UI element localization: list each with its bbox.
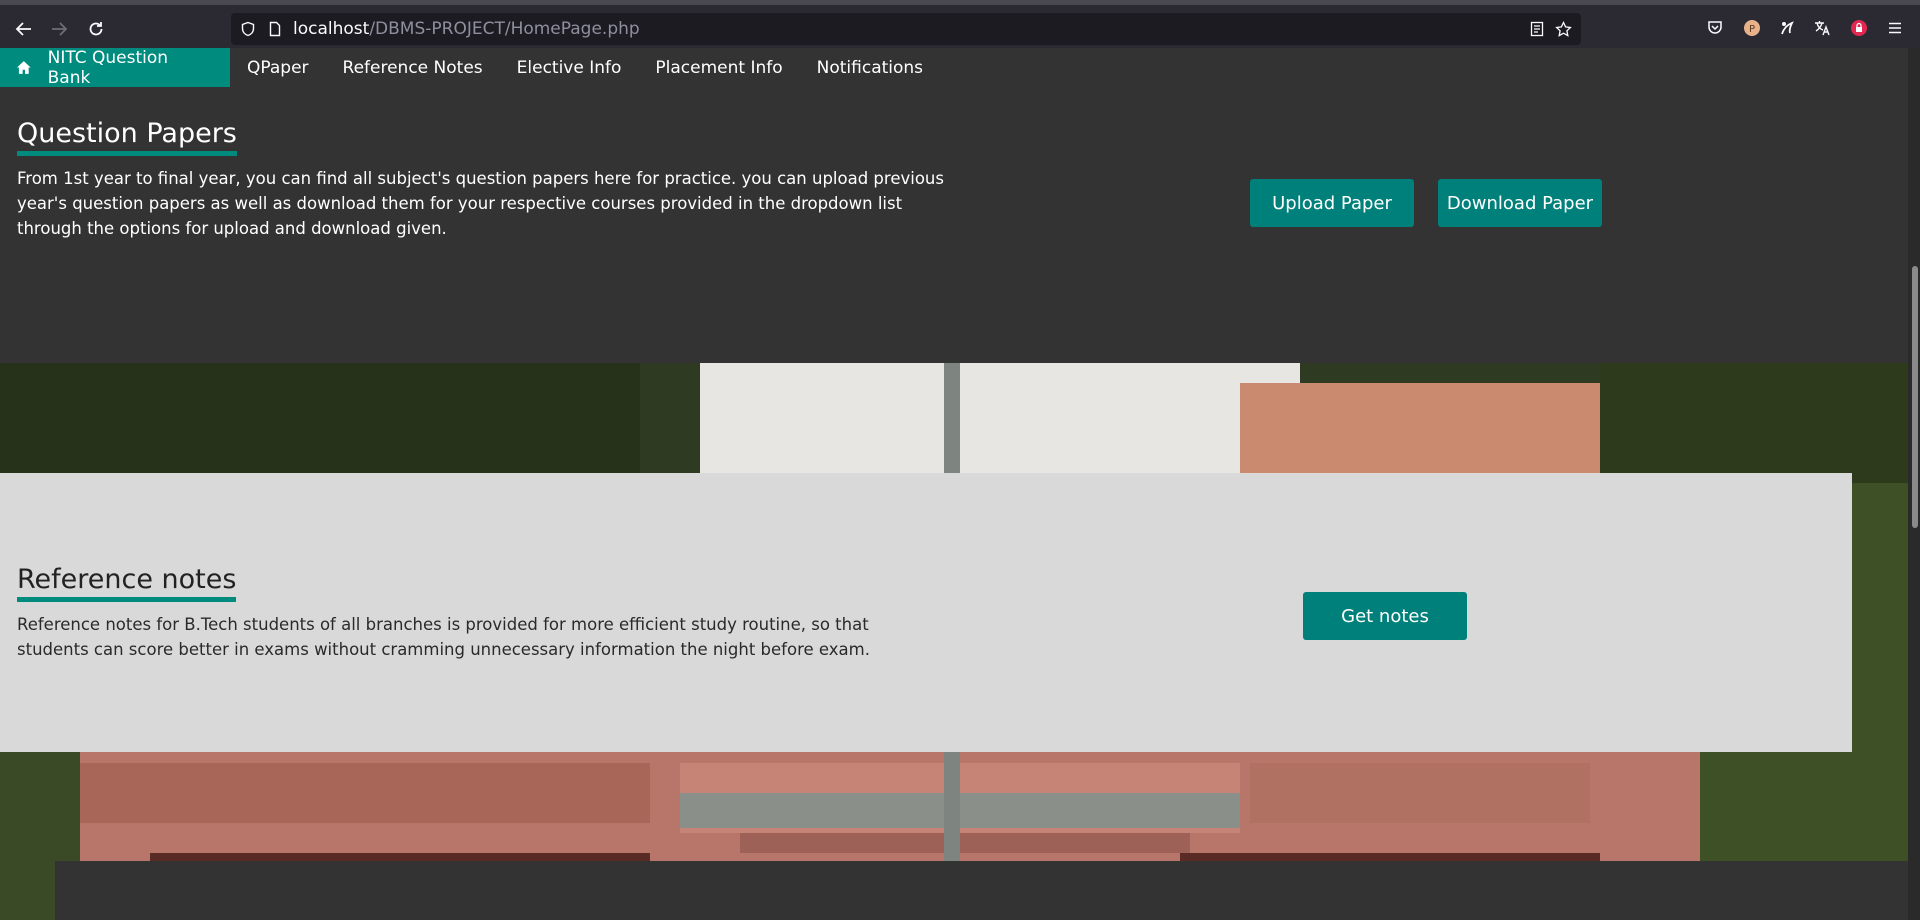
nav-brand-label: NITC Question Bank <box>47 48 169 88</box>
translate-extension-icon[interactable] <box>1813 19 1833 39</box>
page-scrollbar[interactable] <box>1908 48 1920 920</box>
lock-extension-icon[interactable] <box>1850 19 1870 39</box>
home-icon <box>16 61 31 74</box>
site-navbar: NITC Question Bank QPaper Reference Note… <box>0 48 1908 88</box>
menu-icon[interactable] <box>1886 19 1906 39</box>
reference-notes-description: Reference notes for B.Tech students of a… <box>17 615 870 659</box>
reload-icon[interactable] <box>84 17 108 41</box>
nav-link-qpaper[interactable]: QPaper <box>230 48 326 87</box>
question-papers-section: Question Papers From 1st year to final y… <box>0 87 1908 363</box>
shield-icon[interactable] <box>240 21 256 37</box>
get-notes-button[interactable]: Get notes <box>1303 592 1467 640</box>
pocket-icon[interactable] <box>1706 19 1726 39</box>
profile-extension-icon[interactable]: P <box>1743 19 1763 39</box>
question-papers-description: From 1st year to final year, you can fin… <box>17 169 944 238</box>
reference-notes-title: Reference notes <box>17 564 237 602</box>
bookmark-star-icon[interactable] <box>1555 20 1572 37</box>
question-papers-title: Question Papers <box>17 118 237 156</box>
download-paper-button[interactable]: Download Paper <box>1438 179 1602 227</box>
address-bar[interactable]: localhost/DBMS-PROJECT/HomePage.php <box>231 13 1581 45</box>
url-text[interactable]: localhost/DBMS-PROJECT/HomePage.php <box>293 19 640 39</box>
page-viewport: NITC Question Bank QPaper Reference Note… <box>0 48 1920 920</box>
forward-icon[interactable] <box>47 17 71 41</box>
nav-link-elective-info[interactable]: Elective Info <box>500 48 639 87</box>
nav-home-link[interactable]: NITC Question Bank <box>0 48 230 88</box>
url-path: /DBMS-PROJECT/HomePage.php <box>369 19 640 39</box>
url-host: localhost <box>293 19 370 39</box>
next-section <box>55 861 1908 920</box>
reference-notes-section: Reference notes Reference notes for B.Te… <box>0 473 1852 752</box>
nav-link-notifications[interactable]: Notifications <box>800 48 940 87</box>
svg-text:P: P <box>1749 24 1755 35</box>
reader-view-icon[interactable] <box>1529 21 1545 37</box>
scrollbar-thumb[interactable] <box>1912 266 1918 528</box>
upload-paper-button[interactable]: Upload Paper <box>1250 179 1414 227</box>
browser-toolbar: localhost/DBMS-PROJECT/HomePage.php P <box>0 0 1920 48</box>
nav-link-reference-notes[interactable]: Reference Notes <box>326 48 500 87</box>
back-icon[interactable] <box>12 17 36 41</box>
extension-icon[interactable] <box>1778 19 1798 39</box>
page-icon[interactable] <box>267 21 283 37</box>
nav-link-placement-info[interactable]: Placement Info <box>638 48 799 87</box>
